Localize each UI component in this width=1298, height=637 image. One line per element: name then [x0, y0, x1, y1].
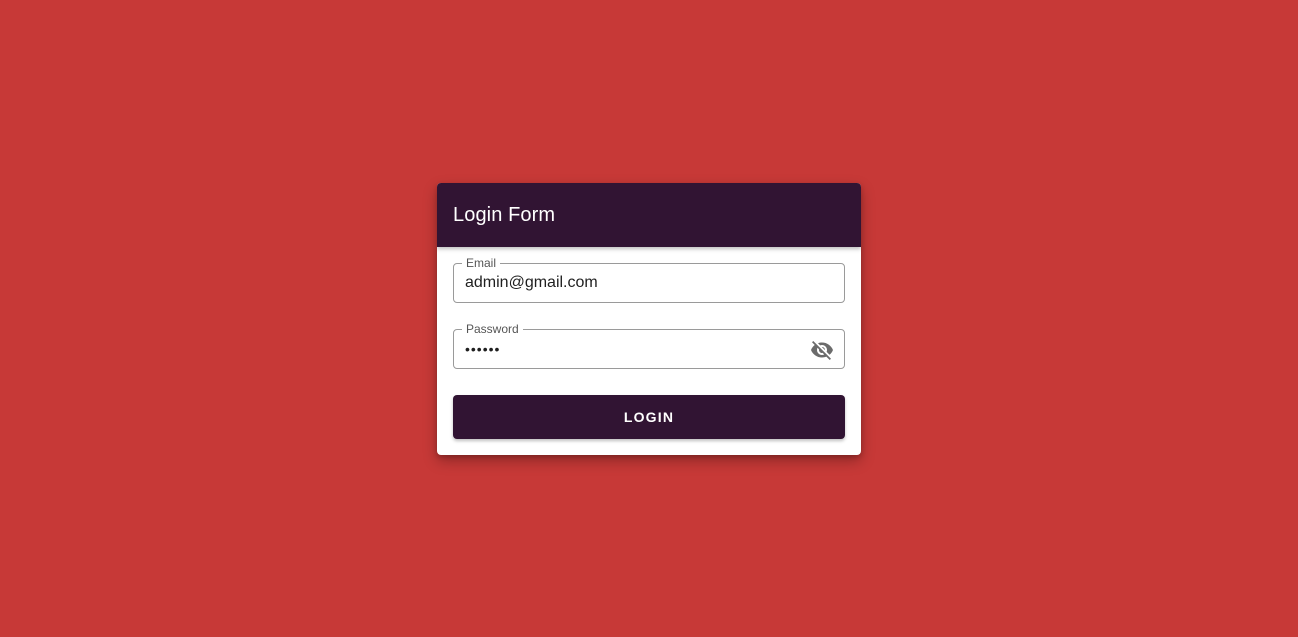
- login-card: Login Form Email Password LOGIN: [437, 183, 861, 455]
- card-header: Login Form: [437, 183, 861, 247]
- login-button[interactable]: LOGIN: [453, 395, 845, 439]
- email-input[interactable]: [465, 264, 800, 302]
- password-input[interactable]: [465, 330, 800, 368]
- page: { "colors": { "background": "#c73937", "…: [0, 0, 1298, 637]
- email-field[interactable]: Email: [453, 256, 845, 303]
- password-field[interactable]: Password: [453, 322, 845, 369]
- card-body: Email Password LOGIN: [437, 247, 861, 439]
- card-title: Login Form: [453, 203, 556, 226]
- visibility-off-icon[interactable]: [810, 338, 834, 362]
